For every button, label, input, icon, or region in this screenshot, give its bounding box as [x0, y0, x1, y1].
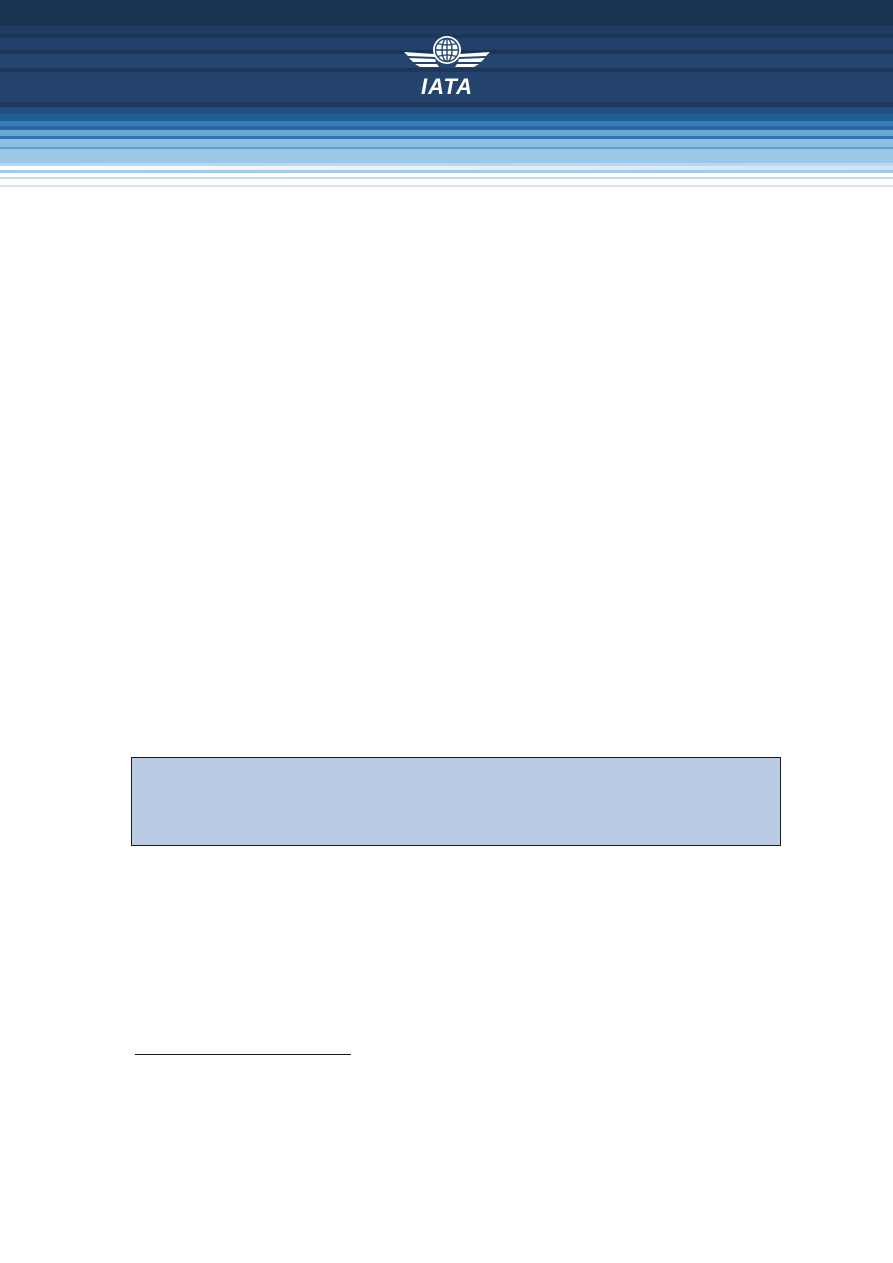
iata-logo: IATA [404, 36, 490, 99]
banner-stripe [0, 114, 893, 121]
banner-stripe [0, 0, 893, 26]
logo-wordmark: IATA [421, 74, 473, 99]
banner-stripe [0, 139, 893, 147]
globe-icon [433, 36, 461, 64]
banner-stripe [0, 107, 893, 114]
banner-stripe [0, 185, 893, 187]
footnote-separator [135, 1054, 351, 1055]
banner-stripe [0, 149, 893, 163]
callout-box [131, 757, 781, 846]
header-banner: IATA [0, 0, 893, 192]
